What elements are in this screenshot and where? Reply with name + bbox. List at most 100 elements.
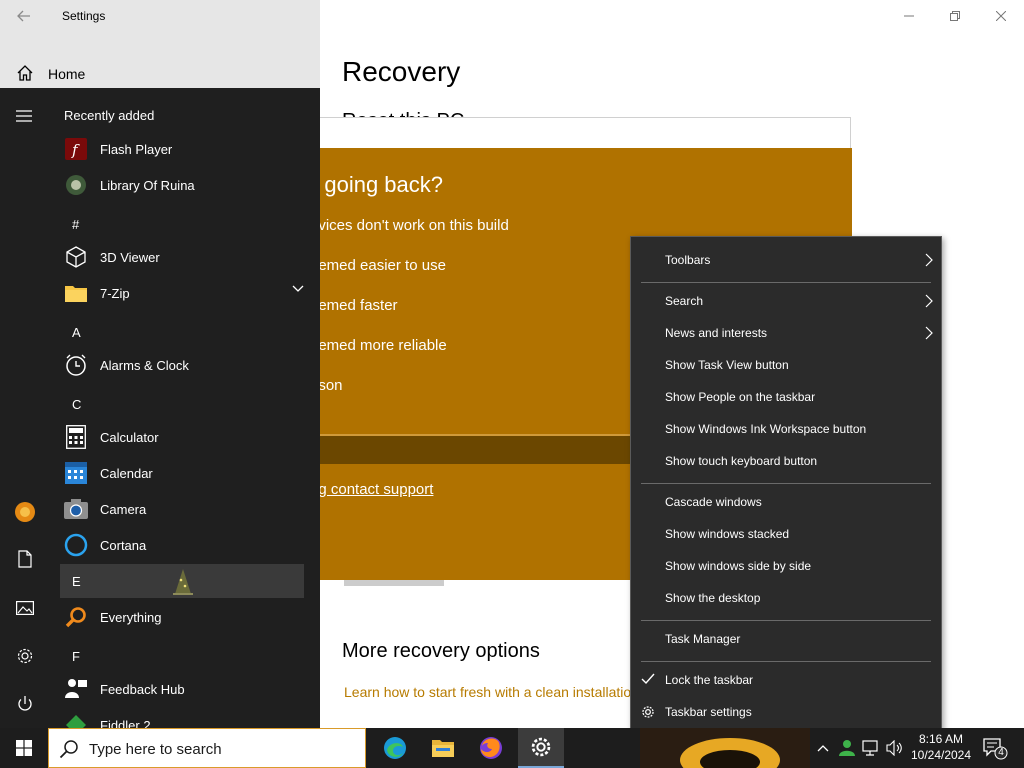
people-tray-button[interactable] [836,737,858,759]
settings-button[interactable] [12,643,38,669]
menu-item-cascade-windows[interactable]: Cascade windows [631,487,941,519]
group-header-e-row[interactable]: E [60,564,304,598]
app-item-everything[interactable]: Everything [60,599,304,635]
app-item-calculator[interactable]: Calculator [60,419,304,455]
close-button[interactable] [978,0,1024,32]
menu-item-windows-stacked[interactable]: Show windows stacked [631,519,941,551]
gear-icon [16,647,34,665]
app-item-cortana[interactable]: Cortana [60,527,304,563]
expand-menu-button[interactable] [12,104,36,128]
taskbar-app-settings[interactable] [518,728,564,768]
action-center-button[interactable]: 4 [980,736,1008,760]
taskbar-app-file-explorer[interactable] [420,728,466,768]
menu-item-show-people[interactable]: Show People on the taskbar [631,382,941,414]
app-item-calendar[interactable]: Calendar [60,455,304,491]
nav-home-label: Home [48,66,86,82]
page-title: Recovery [342,56,461,87]
start-rail [0,88,48,728]
chevron-right-icon [925,253,933,267]
taskbar-app-firefox[interactable] [468,728,514,768]
restore-icon [950,11,960,21]
nav-home[interactable]: Home [0,58,320,88]
back-arrow-icon [17,10,31,22]
app-item-3d-viewer[interactable]: 3D Viewer [60,239,304,275]
app-label: Library Of Ruina [100,177,195,193]
power-icon [16,695,34,713]
app-item-feedback-hub[interactable]: Feedback Hub [60,671,304,707]
dialog-heading: u going back? [320,172,443,197]
menu-item-label: Show windows stacked [665,527,790,541]
group-header-a[interactable]: A [72,325,81,340]
menu-item-show-touch-keyboard[interactable]: Show touch keyboard button [631,446,941,478]
app-item-fiddler[interactable]: Fiddler 2 [60,707,304,728]
go-back-reason-option[interactable]: eemed faster [320,297,398,314]
menu-item-search[interactable]: Search [631,286,941,318]
start-menu: Recently added f Flash Player Library Of… [0,88,320,728]
fiddler-icon [64,713,88,728]
clock-date: 10/24/2024 [910,748,972,762]
app-label: 7-Zip [100,285,130,301]
checkmark-icon [641,673,655,685]
network-icon [862,740,880,756]
menu-item-taskbar-settings[interactable]: Taskbar settings [631,697,941,729]
taskbar-news-widget[interactable] [640,728,810,768]
people-icon [838,739,856,757]
go-back-reason-option[interactable]: eemed easier to use [320,257,446,274]
app-item-flash-player[interactable]: f Flash Player [60,131,304,167]
menu-item-show-ink-workspace[interactable]: Show Windows Ink Workspace button [631,414,941,446]
restore-button[interactable] [932,0,978,32]
group-header-c[interactable]: C [72,397,81,412]
recently-added-heading: Recently added [64,108,155,123]
go-back-reason-option[interactable]: evices don't work on this build [320,217,509,234]
group-header-f[interactable]: F [72,649,80,664]
chevron-down-icon[interactable] [292,285,304,293]
windows-logo-icon [16,740,32,756]
chevron-up-icon [817,744,829,752]
minimize-button[interactable] [886,0,932,32]
taskbar-search-box[interactable]: Type here to search [48,728,366,768]
menu-item-label: Show touch keyboard button [665,454,818,468]
menu-item-news-interests[interactable]: News and interests [631,318,941,350]
app-label: Calculator [100,429,159,445]
menu-item-show-desktop[interactable]: Show the desktop [631,583,941,615]
user-account-button[interactable] [12,499,38,525]
go-back-reason-option[interactable]: ason [320,377,343,394]
flash-player-icon: f [64,137,88,161]
app-label: Alarms & Clock [100,357,189,373]
app-item-camera[interactable]: Camera [60,491,304,527]
network-tray-button[interactable] [860,737,882,759]
back-button[interactable] [10,4,38,28]
pictures-button[interactable] [12,595,38,621]
documents-button[interactable] [12,546,38,572]
menu-item-label: Taskbar settings [665,705,752,719]
menu-item-show-task-view[interactable]: Show Task View button [631,350,941,382]
taskbar-clock[interactable]: 8:16 AM 10/24/2024 [908,731,974,763]
user-avatar-icon [14,501,36,523]
menu-item-toolbars[interactable]: Toolbars [631,245,941,277]
app-item-library-of-ruina[interactable]: Library Of Ruina [60,167,304,203]
menu-item-windows-side-by-side[interactable]: Show windows side by side [631,551,941,583]
menu-item-label: Task Manager [665,632,741,646]
show-hidden-icons-button[interactable] [812,737,834,759]
file-explorer-icon [431,738,455,758]
group-header-hash[interactable]: # [72,217,79,232]
app-item-alarms-clock[interactable]: Alarms & Clock [60,347,304,383]
clock-time: 8:16 AM [918,732,964,746]
app-label: Flash Player [100,141,173,157]
app-list: Recently added f Flash Player Library Of… [56,88,320,728]
go-back-reason-option[interactable]: eemed more reliable [320,337,447,354]
menu-item-task-manager[interactable]: Task Manager [631,624,941,656]
search-icon [59,739,79,759]
start-button[interactable] [0,728,48,768]
app-item-7-zip[interactable]: 7-Zip [60,275,304,311]
volume-tray-button[interactable] [884,737,906,759]
power-button[interactable] [12,691,38,717]
group-header-e: E [72,574,81,589]
taskbar-app-edge[interactable] [372,728,418,768]
clean-install-link[interactable]: Learn how to start fresh with a clean in… [344,684,630,700]
settings-gear-icon [530,736,552,758]
menu-item-lock-taskbar[interactable]: Lock the taskbar [631,665,941,697]
contact-support-link[interactable]: ng contact support [320,481,433,498]
hamburger-icon [16,110,32,122]
menu-separator [641,620,931,621]
